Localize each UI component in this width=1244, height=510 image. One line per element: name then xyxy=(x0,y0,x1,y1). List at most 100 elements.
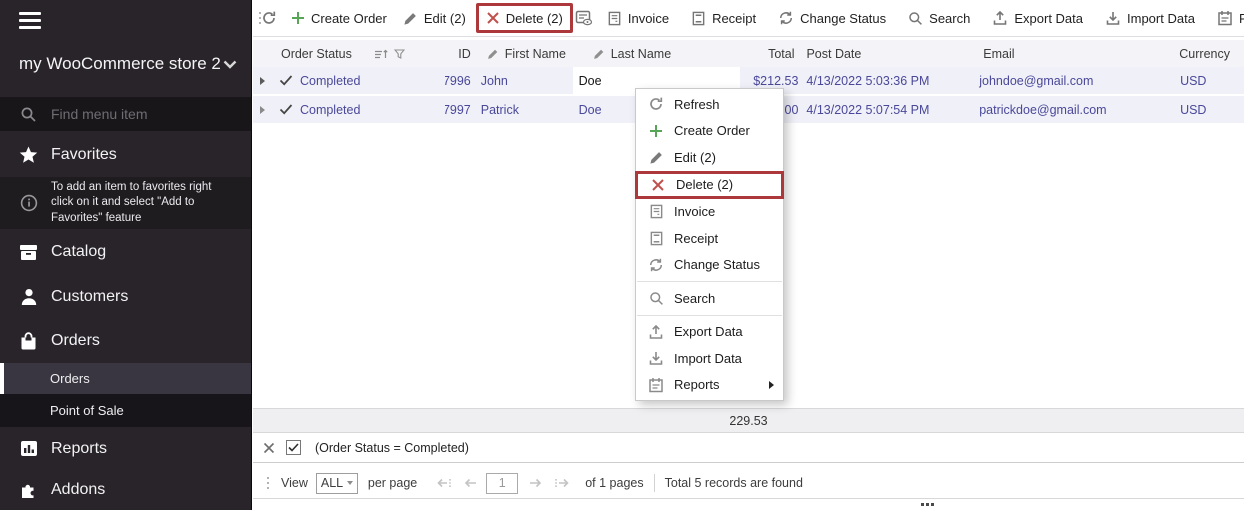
next-page-icon xyxy=(528,476,543,490)
sidebar-item-reports[interactable]: Reports xyxy=(0,427,251,470)
refresh-button[interactable] xyxy=(261,10,277,26)
row-expand-button[interactable] xyxy=(253,96,277,123)
filter-icon[interactable] xyxy=(394,49,405,59)
menu-item-search[interactable]: Search xyxy=(636,285,783,312)
pager-grip[interactable] xyxy=(261,477,275,489)
column-header-total[interactable]: Total xyxy=(741,40,803,67)
column-header-order-status[interactable]: Order Status xyxy=(277,40,445,67)
cell-text: 4/13/2022 5:07:54 PM xyxy=(806,103,929,117)
cell-order-status[interactable]: Completed xyxy=(277,67,445,94)
column-label: Email xyxy=(983,47,1014,61)
hamburger-menu-button[interactable] xyxy=(0,0,251,40)
next-page-button[interactable] xyxy=(528,476,543,490)
prev-page-button[interactable] xyxy=(463,476,478,490)
column-label: ID xyxy=(458,47,471,61)
last-page-button[interactable] xyxy=(553,476,571,490)
puzzle-icon xyxy=(19,481,38,500)
sidebar-search-input[interactable] xyxy=(51,106,221,122)
cell-post-date[interactable]: 4/13/2022 5:03:36 PM xyxy=(802,67,975,94)
cell-post-date[interactable]: 4/13/2022 5:07:54 PM xyxy=(802,96,975,123)
sidebar-item-favorites[interactable]: Favorites xyxy=(0,133,251,177)
change-status-icon xyxy=(647,257,665,273)
delete-button[interactable]: Delete (2) xyxy=(484,4,565,32)
pencil-icon xyxy=(647,150,665,165)
column-header-currency[interactable]: Currency xyxy=(1135,40,1244,67)
cell-first-name[interactable]: John xyxy=(475,67,573,94)
menu-item-import-data[interactable]: Import Data xyxy=(636,345,783,372)
menu-item-delete[interactable]: Delete (2) xyxy=(635,171,784,199)
sidebar-item-label: Catalog xyxy=(51,243,106,261)
button-label: Export Data xyxy=(1014,11,1083,26)
search-icon xyxy=(19,105,38,124)
menu-item-invoice[interactable]: Invoice xyxy=(636,199,783,226)
cell-text: patrickdoe@gmail.com xyxy=(979,103,1106,117)
invoice-button[interactable]: Invoice xyxy=(599,4,677,32)
toolbar: Create Order Edit (2) Delete (2) Invoice xyxy=(253,0,1244,37)
page-size-select[interactable]: ALL xyxy=(316,473,358,494)
cell-email[interactable]: patrickdoe@gmail.com xyxy=(975,96,1135,123)
close-filter-icon[interactable] xyxy=(263,442,275,454)
column-header-email[interactable]: Email xyxy=(975,40,1135,67)
sidebar-item-orders[interactable]: Orders xyxy=(0,319,251,363)
column-label: Post Date xyxy=(806,47,861,61)
sidebar-item-label: Orders xyxy=(51,332,100,350)
filter-enabled-checkbox[interactable] xyxy=(286,440,301,455)
cell-first-name[interactable]: Patrick xyxy=(475,96,573,123)
menu-item-receipt[interactable]: Receipt xyxy=(636,225,783,252)
sidebar-item-customers[interactable]: Customers xyxy=(0,275,251,319)
cell-currency[interactable]: USD xyxy=(1135,67,1244,94)
column-header-last-name[interactable]: Last Name xyxy=(573,40,741,67)
column-label: Order Status xyxy=(281,47,352,61)
menu-item-label: Delete (2) xyxy=(676,177,733,192)
menu-item-refresh[interactable]: Refresh xyxy=(636,91,783,118)
search-button[interactable]: Search xyxy=(900,4,978,32)
cell-id[interactable]: 7997 xyxy=(445,96,475,123)
row-expand-button[interactable] xyxy=(253,67,277,94)
export-data-button[interactable]: Export Data xyxy=(984,4,1091,32)
menu-item-edit[interactable]: Edit (2) xyxy=(636,144,783,171)
scrollbar-thumb-dots[interactable] xyxy=(921,503,934,506)
cell-id[interactable]: 7996 xyxy=(445,67,475,94)
reports-button[interactable]: Reports xyxy=(1209,4,1244,32)
column-header-first-name[interactable]: First Name xyxy=(475,40,573,67)
filter-expression[interactable]: (Order Status = Completed) xyxy=(315,441,469,455)
create-order-button[interactable]: Create Order xyxy=(283,4,395,32)
delete-annotation-box: Delete (2) xyxy=(476,3,573,33)
menu-item-change-status[interactable]: Change Status xyxy=(636,252,783,279)
cell-email[interactable]: johndoe@gmail.com xyxy=(975,67,1135,94)
horizontal-scrollbar[interactable] xyxy=(253,498,1244,510)
pencil-icon xyxy=(593,48,605,60)
cell-currency[interactable]: USD xyxy=(1135,96,1244,123)
column-header-post-date[interactable]: Post Date xyxy=(802,40,975,67)
export-icon xyxy=(992,10,1008,26)
summary-total-value: 229.53 xyxy=(729,414,767,428)
menu-item-label: Import Data xyxy=(674,351,742,366)
sidebar-search[interactable] xyxy=(0,97,251,131)
invoice-icon xyxy=(607,11,622,26)
page-size-value: ALL xyxy=(321,476,343,490)
first-page-button[interactable] xyxy=(435,476,453,490)
page-number-input[interactable] xyxy=(486,473,518,494)
store-selector[interactable]: my WooCommerce store 2 xyxy=(0,40,251,88)
receipt-icon xyxy=(691,11,706,26)
sidebar-subitem-point-of-sale[interactable]: Point of Sale xyxy=(0,394,251,427)
receipt-button[interactable]: Receipt xyxy=(683,4,764,32)
refresh-icon xyxy=(647,96,665,112)
sidebar-item-addons[interactable]: Addons xyxy=(0,470,251,510)
show-deleted-button[interactable] xyxy=(575,10,593,26)
bar-chart-icon xyxy=(19,439,38,458)
pencil-icon xyxy=(403,11,418,26)
import-data-button[interactable]: Import Data xyxy=(1097,4,1203,32)
menu-item-create-order[interactable]: Create Order xyxy=(636,118,783,145)
expand-arrow-icon xyxy=(260,106,265,114)
sidebar-item-catalog[interactable]: Catalog xyxy=(0,229,251,275)
edit-button[interactable]: Edit (2) xyxy=(395,4,474,32)
menu-item-label: Refresh xyxy=(674,97,720,112)
change-status-button[interactable]: Change Status xyxy=(770,4,894,32)
sidebar-subitem-orders-selected[interactable]: Orders xyxy=(0,363,251,394)
menu-separator xyxy=(637,315,782,316)
menu-item-export-data[interactable]: Export Data xyxy=(636,319,783,346)
column-header-id[interactable]: ID xyxy=(445,40,475,67)
menu-item-reports[interactable]: Reports xyxy=(636,372,783,399)
cell-order-status[interactable]: Completed xyxy=(277,96,445,123)
